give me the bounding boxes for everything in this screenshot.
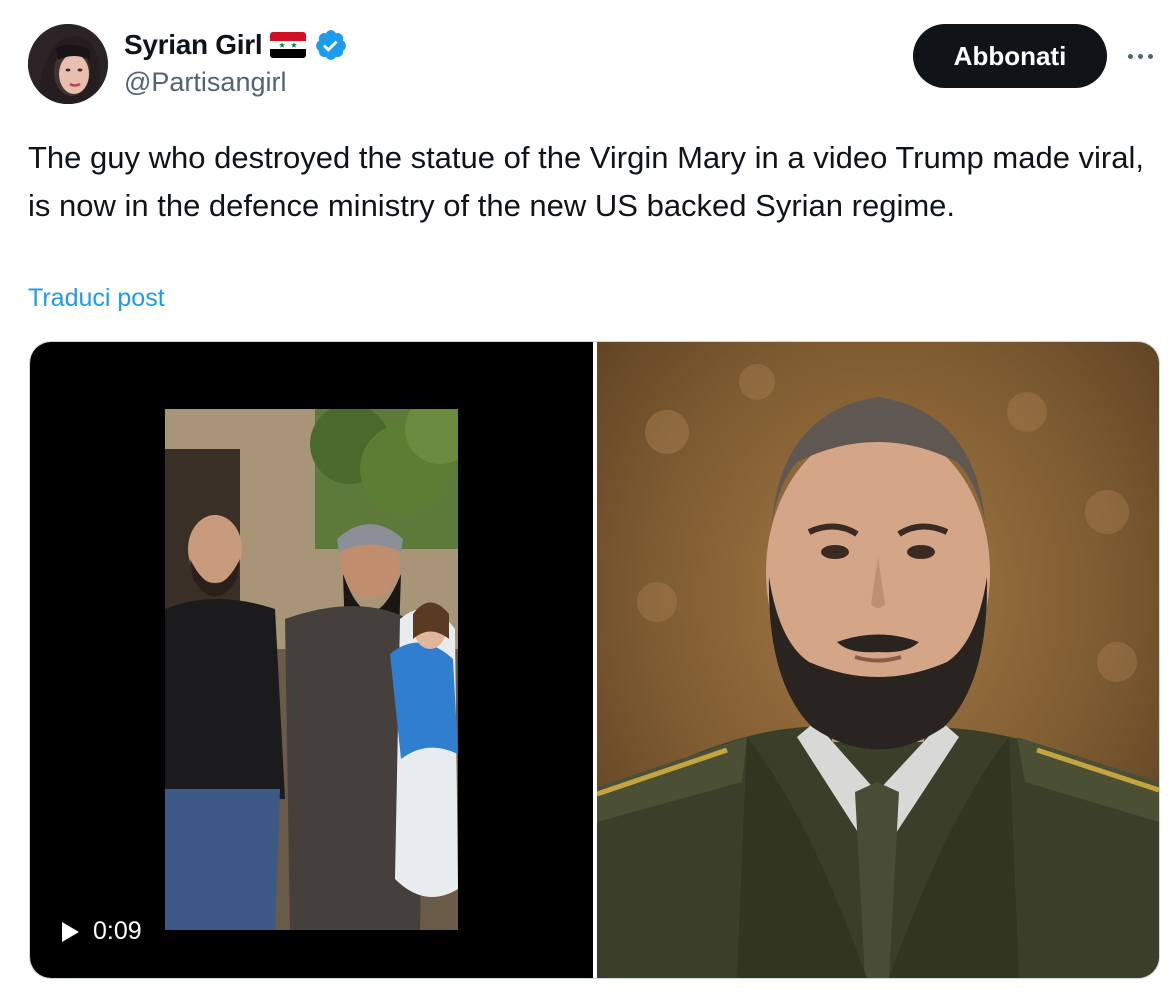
author-display-name[interactable]: Syrian Girl <box>124 29 263 61</box>
more-dot <box>1127 53 1133 59</box>
author-handle[interactable]: @Partisangirl <box>124 67 286 98</box>
translate-post-link[interactable]: Traduci post <box>28 284 165 313</box>
tweet: Syrian Girl @Partisangirl Abbonati The g… <box>0 0 1176 994</box>
more-options-icon[interactable] <box>1120 38 1160 74</box>
author-name-row: Syrian Girl <box>124 27 348 63</box>
video-thumbnail <box>165 409 458 930</box>
media-grid: 0:09 <box>29 341 1160 979</box>
more-dot <box>1137 53 1143 59</box>
portrait-photo[interactable] <box>597 342 1159 978</box>
play-icon[interactable] <box>62 921 79 942</box>
follow-button[interactable]: Abbonati <box>913 24 1107 88</box>
syria-flag-icon <box>270 32 307 58</box>
video-controls: 0:09 <box>62 917 142 946</box>
author-avatar[interactable] <box>28 24 108 104</box>
video-player[interactable]: 0:09 <box>30 342 593 978</box>
post-text: The guy who destroyed the statue of the … <box>28 140 1144 223</box>
video-duration: 0:09 <box>93 917 142 945</box>
verified-badge-icon <box>314 28 348 62</box>
more-dot <box>1147 53 1153 59</box>
